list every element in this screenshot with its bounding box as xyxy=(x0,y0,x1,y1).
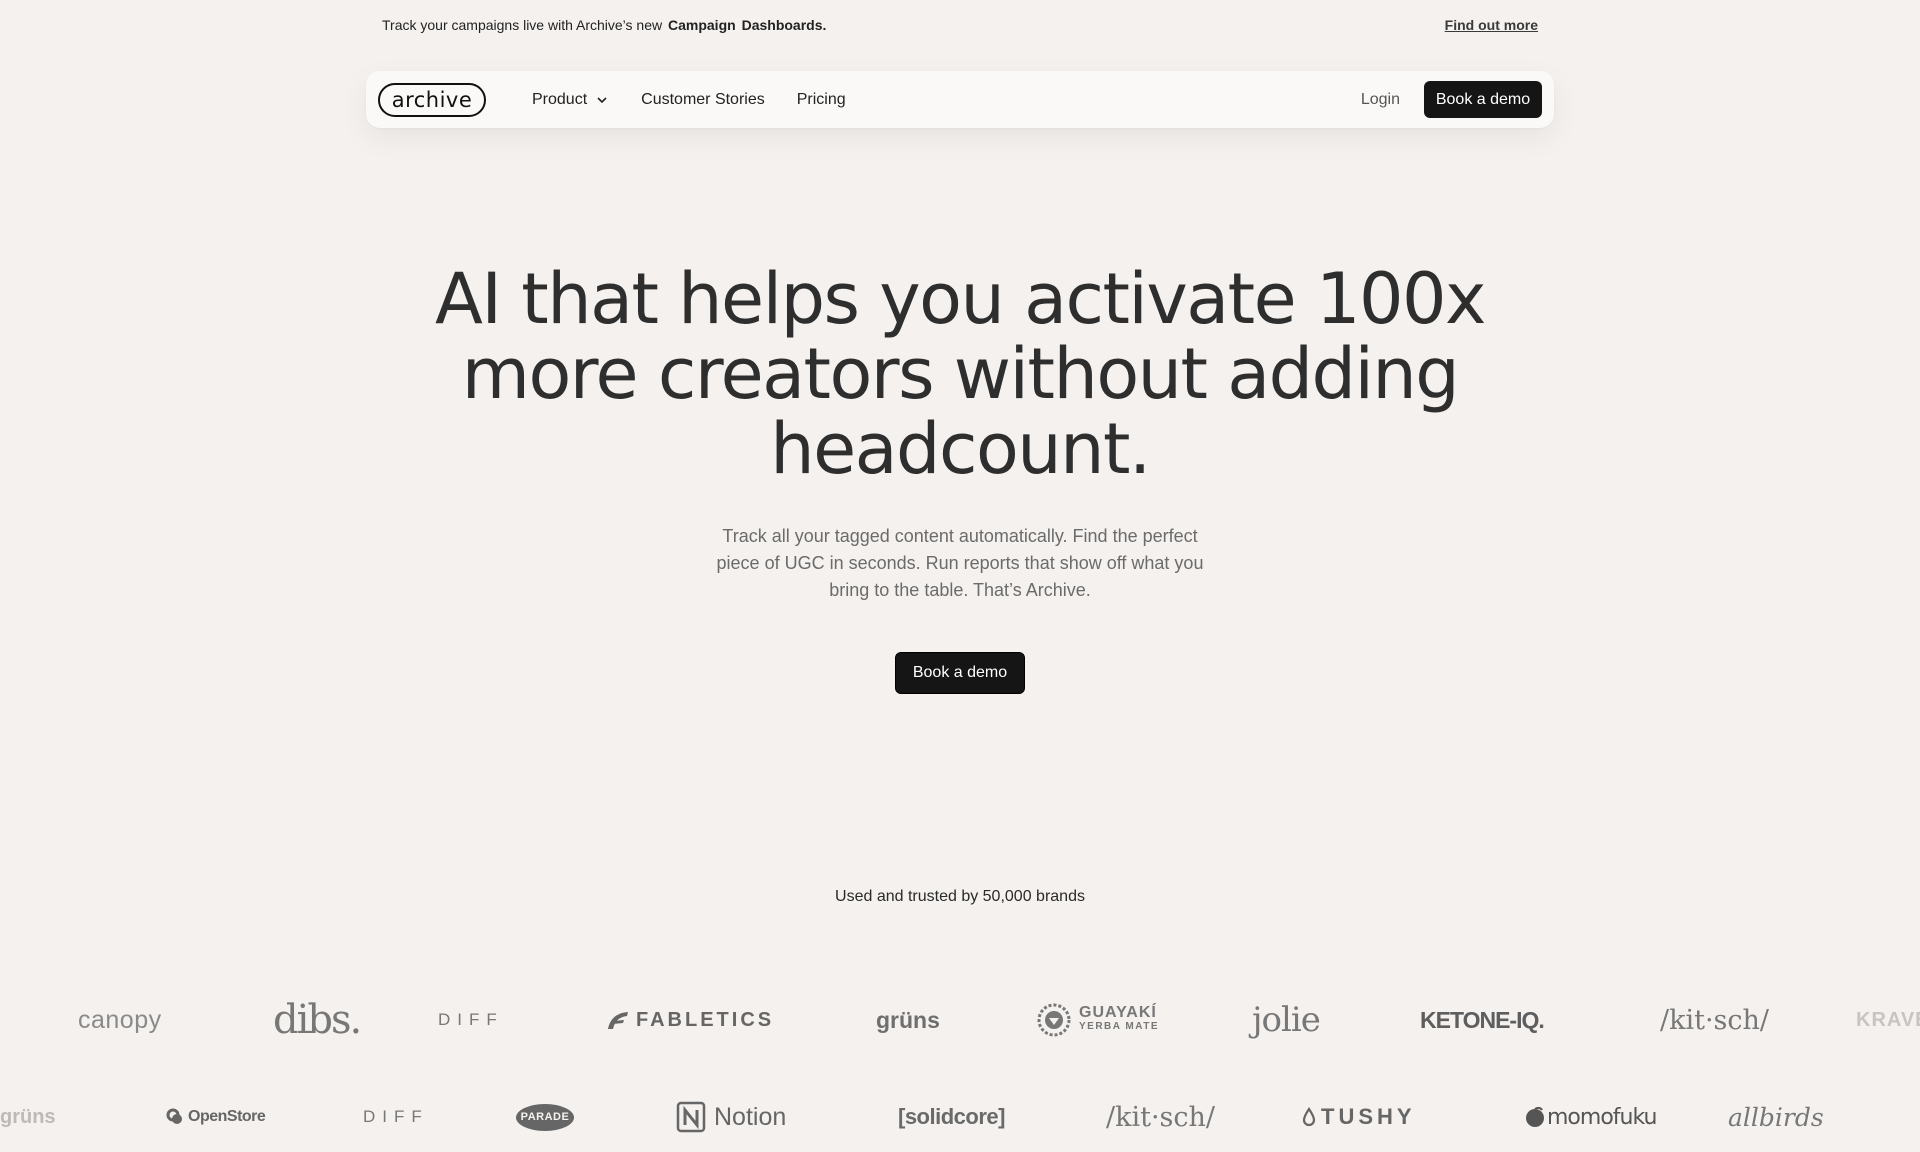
navbar: archive Product Customer Stories Pricing… xyxy=(366,71,1554,128)
brand-logos-row-2: grüns OpenStore DIFF PARADE Notion [soli… xyxy=(0,1092,1920,1142)
fabletics-icon xyxy=(608,1012,628,1029)
brand-logo-openstore-text: OpenStore xyxy=(188,1108,266,1125)
brand-logo-canopy: canopy xyxy=(78,1005,162,1034)
brand-logo-jolie: jolie xyxy=(1252,1000,1321,1040)
announcement-bold-campaign: Campaign xyxy=(668,17,736,33)
archive-logo[interactable]: archive xyxy=(378,82,486,117)
nav-links: Product Customer Stories Pricing xyxy=(532,91,846,109)
nav-pricing[interactable]: Pricing xyxy=(797,91,846,109)
notion-icon xyxy=(676,1101,706,1133)
brand-logo-tushy-text: TUSHY xyxy=(1321,1104,1416,1129)
hero-title-line-3: headcount. xyxy=(770,408,1151,490)
hero-book-demo-button[interactable]: Book a demo xyxy=(895,652,1025,694)
brand-logo-notion: Notion xyxy=(676,1092,786,1142)
brand-logo-guayaki: GUAYAKÍ YERBA MATE xyxy=(1037,995,1159,1045)
brand-logo-solidcore: [solidcore] xyxy=(898,1104,1005,1129)
brand-logo-ketone-iq: KETONE-IQ. xyxy=(1420,1006,1545,1033)
nav-book-demo-button[interactable]: Book a demo xyxy=(1424,81,1542,118)
hero-title: AI that helps you activate 100x more cre… xyxy=(360,262,1560,487)
nav-customer-stories[interactable]: Customer Stories xyxy=(641,91,765,109)
brand-logo-tushy: TUSHY xyxy=(1302,1092,1416,1142)
nav-product[interactable]: Product xyxy=(532,91,609,109)
brand-logo-notion-text: Notion xyxy=(714,1102,787,1131)
brand-logo-dibs: dibs. xyxy=(273,997,362,1043)
brand-logo-diff-2: DIFF xyxy=(363,1107,429,1126)
brand-logo-fabletics: FABLETICS xyxy=(606,995,774,1045)
brand-logo-kitsch-2: /kit·sch/ xyxy=(1106,1101,1215,1133)
guayaki-seal-icon xyxy=(1037,1003,1071,1037)
brand-logo-allbirds: allbirds xyxy=(1728,1102,1824,1132)
brand-logo-momofuku-text: momofuku xyxy=(1547,1104,1657,1130)
brand-logo-yerba-mate-text: YERBA MATE xyxy=(1079,1021,1159,1032)
openstore-icon xyxy=(166,1108,182,1124)
momofuku-peach-icon xyxy=(1526,1106,1544,1127)
brand-logo-parade: PARADE xyxy=(516,1092,574,1142)
announcement-bold-dashboards: Dashboards. xyxy=(741,17,827,33)
tushy-drop-icon xyxy=(1302,1107,1316,1127)
brand-logos-row-1: canopy dibs. DIFF FABLETICS grüns GUAYAK… xyxy=(0,995,1920,1045)
chevron-down-icon xyxy=(597,96,607,103)
nav-product-label: Product xyxy=(532,90,588,108)
brand-logo-fabletics-text: FABLETICS xyxy=(636,1008,775,1031)
hero-title-line-2: more creators without adding xyxy=(461,333,1460,415)
brand-logo-momofuku: momofuku xyxy=(1524,1092,1657,1142)
brand-logo-gruns-2: grüns xyxy=(0,1105,56,1128)
trusted-by-text: Used and trusted by 50,000 brands xyxy=(835,888,1085,905)
announcement-bar: Track your campaigns live with Archive’s… xyxy=(382,14,1538,36)
brand-logo-diff: DIFF xyxy=(438,1010,504,1029)
brand-logo-parade-text: PARADE xyxy=(516,1103,574,1131)
announcement-text: Track your campaigns live with Archive’s… xyxy=(382,17,827,33)
brand-logo-openstore: OpenStore xyxy=(166,1092,266,1142)
brand-logo-krave: KRAVE xyxy=(1856,1008,1920,1031)
brand-logo-gruns: grüns xyxy=(876,1006,940,1033)
brand-logo-guayaki-text: GUAYAKÍ xyxy=(1079,1004,1157,1021)
find-out-more-link[interactable]: Find out more xyxy=(1445,17,1538,33)
hero-subtitle: Track all your tagged content automatica… xyxy=(716,526,1204,600)
brand-logo-kitsch: /kit·sch/ xyxy=(1660,1004,1769,1036)
login-link[interactable]: Login xyxy=(1361,91,1400,109)
hero-title-line-1: AI that helps you activate 100x xyxy=(435,258,1486,340)
